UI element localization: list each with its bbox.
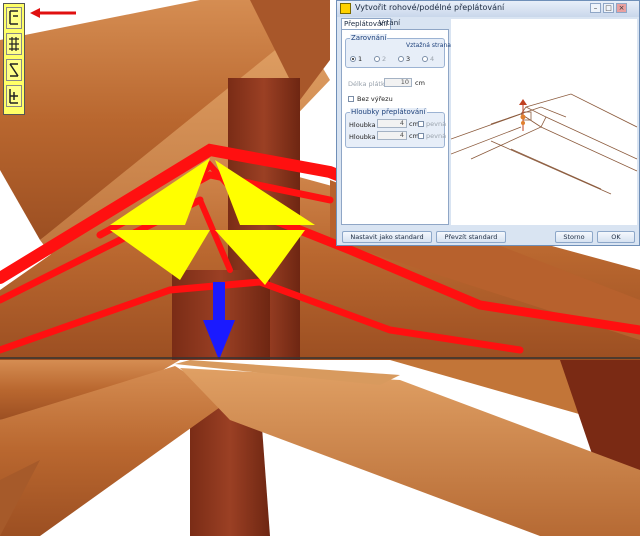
hloubky-group: Hloubky přeplátování Hloubka 1: 4 cm pev…	[345, 108, 447, 148]
hloubka1-field[interactable]: 4	[377, 119, 407, 128]
app-icon	[340, 3, 351, 14]
delka-field[interactable]: 10	[384, 78, 412, 87]
zarovnani-group: Zarovnání Vztažná strana 1 2 3 4	[345, 34, 451, 68]
settings-panel: Zarovnání Vztažná strana 1 2 3 4 Délka p…	[341, 29, 451, 225]
hloubka1-pevna-checkbox[interactable]	[418, 121, 424, 127]
hloubka2-field[interactable]: 4	[377, 131, 407, 140]
hloubka2-pevna-checkbox[interactable]	[418, 133, 424, 139]
side-radio-4[interactable]	[422, 56, 428, 62]
side-label-1: 1	[358, 55, 363, 63]
tab-vrtani[interactable]: Vrtání	[377, 18, 402, 29]
set-default-button[interactable]: Nastavit jako standard	[342, 231, 432, 243]
hloubka2-pevna-label: pevná	[426, 132, 447, 140]
corner-lap-icon[interactable]	[6, 7, 22, 29]
joint-preview	[451, 19, 637, 225]
side-radio-2[interactable]	[374, 56, 380, 62]
delka-unit: cm	[415, 79, 425, 87]
zarovnani-title: Zarovnání	[350, 34, 388, 42]
side-radio-3[interactable]	[398, 56, 404, 62]
side-label-2: 2	[382, 55, 387, 63]
cross-lap-icon[interactable]	[6, 59, 22, 81]
close-icon[interactable]: ×	[616, 3, 627, 13]
ok-button[interactable]: OK	[597, 231, 635, 243]
lap-end-icon[interactable]	[6, 85, 22, 107]
side-label-4: 4	[430, 55, 435, 63]
lap-joint-dialog: Vytvořit rohové/podélné přeplátování – □…	[336, 0, 640, 246]
bez-vyrezu-checkbox[interactable]	[348, 96, 354, 102]
minimize-icon[interactable]: –	[590, 3, 601, 13]
preview-marker-icon	[519, 99, 527, 131]
longitudinal-lap-icon[interactable]	[6, 33, 22, 55]
side-label-3: 3	[406, 55, 411, 63]
hloubky-title: Hloubky přeplátování	[350, 108, 427, 116]
hloubka1-pevna-label: pevná	[426, 120, 447, 128]
dialog-titlebar[interactable]: Vytvořit rohové/podélné přeplátování – □…	[337, 1, 639, 17]
maximize-icon[interactable]: □	[603, 3, 614, 13]
side-radio-1[interactable]	[350, 56, 356, 62]
bez-vyrezu-label: Bez výřezu	[357, 95, 393, 103]
take-default-button[interactable]: Převzít standard	[436, 231, 506, 243]
vertical-toolbar	[3, 3, 25, 115]
side-label: Vztažná strana	[406, 42, 451, 49]
dialog-title: Vytvořit rohové/podélné přeplátování	[355, 3, 505, 12]
cancel-button[interactable]: Storno	[555, 231, 593, 243]
